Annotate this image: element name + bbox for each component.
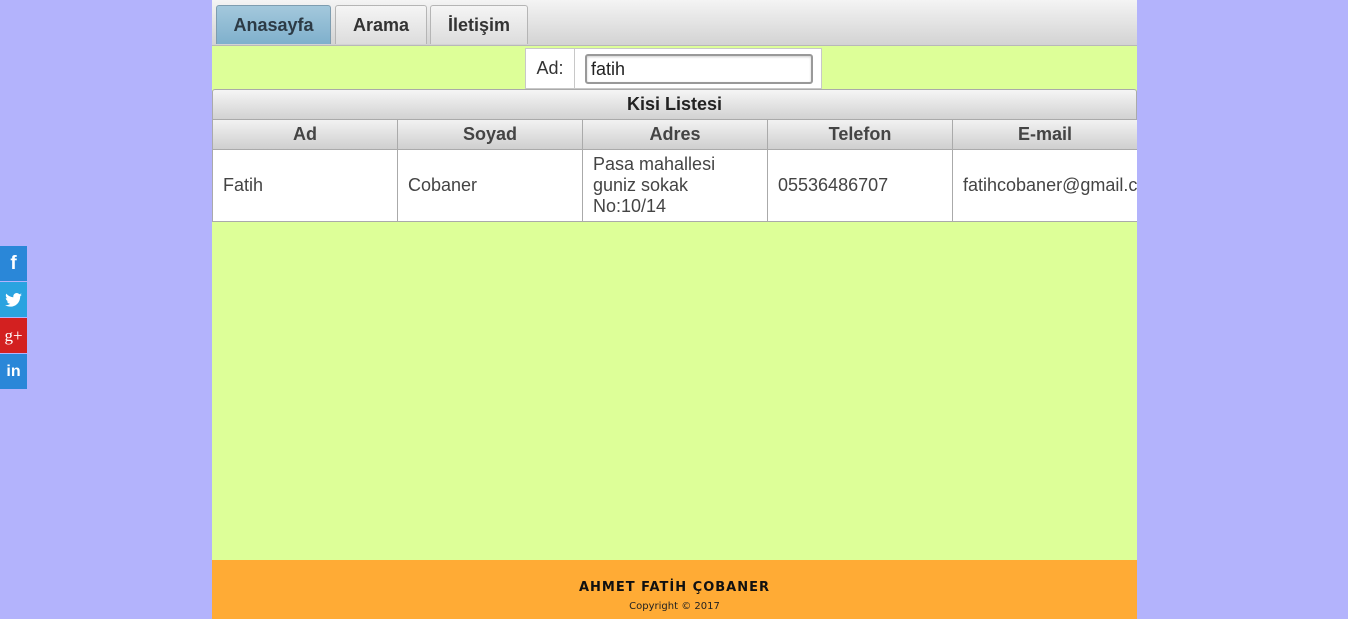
facebook-icon: f [10,252,17,274]
column-header-adres[interactable]: Adres [582,119,767,150]
twitter-share-button[interactable] [0,282,27,317]
column-header-ad[interactable]: Ad [212,119,397,150]
column-header-telefon[interactable]: Telefon [767,119,952,150]
footer-author-name: AHMET FATİH ÇOBANER [578,580,771,595]
linkedin-icon: in [6,362,21,380]
person-table: Kisi Listesi Ad Soyad Adres Telefon E-ma… [212,89,1137,222]
google-plus-icon: g+ [4,325,23,345]
cell-email: fatihcobaner@gmail.com [952,150,1137,222]
name-search-form: Ad: [525,48,822,89]
name-label: Ad: [526,49,575,88]
tab-anasayfa[interactable]: Anasayfa [216,5,331,44]
footer: AHMET FATİH ÇOBANER Copyright © 2017 [212,560,1137,619]
cell-telefon: 05536486707 [767,150,952,222]
cell-adres: Pasa mahallesi guniz sokak No:10/14 [582,150,767,222]
cell-soyad: Cobaner [397,150,582,222]
table-header-row: Ad Soyad Adres Telefon E-mail [212,119,1137,150]
main-container: Anasayfa Arama İletişim Ad: Kisi Listesi… [212,0,1137,619]
facebook-share-button[interactable]: f [0,246,27,281]
table-row[interactable]: Fatih Cobaner Pasa mahallesi guniz sokak… [212,150,1137,222]
column-header-soyad[interactable]: Soyad [397,119,582,150]
linkedin-share-button[interactable]: in [0,354,27,389]
twitter-icon [5,292,22,307]
tab-bar: Anasayfa Arama İletişim [212,0,1137,46]
table-caption: Kisi Listesi [212,89,1137,119]
tab-arama[interactable]: Arama [335,5,427,44]
social-share-bar: f g+ in [0,246,27,390]
cell-ad: Fatih [212,150,397,222]
name-search-input[interactable] [585,54,813,84]
footer-copyright: Copyright © 2017 [629,601,720,612]
google-plus-share-button[interactable]: g+ [0,318,27,353]
tab-iletisim[interactable]: İletişim [430,5,528,44]
column-header-email[interactable]: E-mail [952,119,1137,150]
